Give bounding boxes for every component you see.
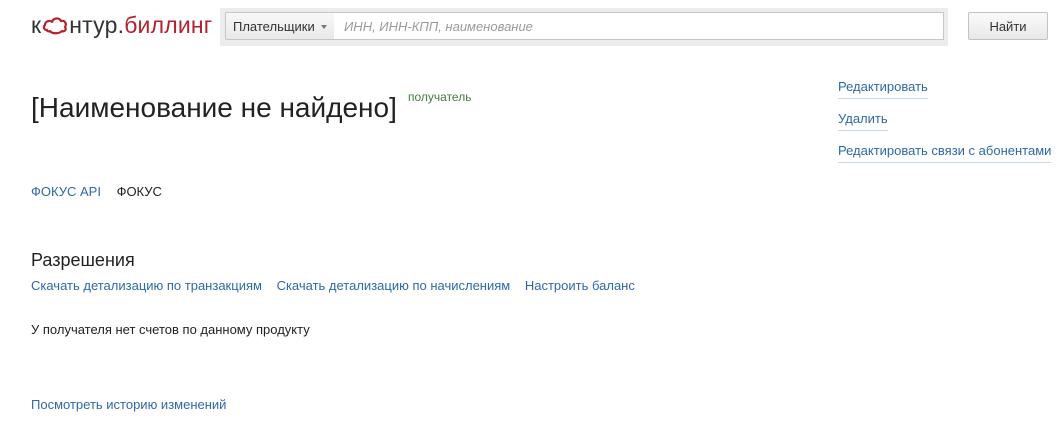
- search-input[interactable]: [334, 12, 944, 40]
- logo-text-part2: нтур.: [69, 12, 125, 38]
- permissions-links: Скачать детализацию по транзакциям Скача…: [31, 278, 646, 293]
- edit-subscriber-links-link[interactable]: Редактировать связи с абонентами: [838, 142, 1052, 163]
- tab-fokus-api[interactable]: ФОКУС API: [31, 184, 101, 199]
- no-accounts-note: У получателя нет счетов по данному проду…: [31, 322, 310, 337]
- permissions-title: Разрешения: [31, 250, 135, 270]
- configure-balance-link[interactable]: Настроить баланс: [525, 278, 635, 293]
- search-bar: Плательщики: [220, 8, 948, 46]
- role-tag: получатель: [408, 90, 472, 104]
- delete-link[interactable]: Удалить: [838, 110, 888, 131]
- find-button[interactable]: Найти: [968, 12, 1048, 40]
- search-scope-label: Плательщики: [233, 18, 315, 34]
- download-charges-link[interactable]: Скачать детализацию по начислениям: [277, 278, 511, 293]
- page-title: [Наименование не найдено]: [31, 92, 397, 123]
- logo-product-name: биллинг: [124, 12, 213, 38]
- download-transactions-link[interactable]: Скачать детализацию по транзакциям: [31, 278, 262, 293]
- search-scope-select[interactable]: Плательщики: [225, 12, 335, 40]
- top-header: к нтур. биллинг Плательщики Найти: [0, 0, 1063, 52]
- logo-text-part1: к: [31, 12, 42, 38]
- kontur-logo-mark-icon: [42, 15, 68, 37]
- edit-link[interactable]: Редактировать: [838, 78, 928, 99]
- logo[interactable]: к нтур. биллинг: [31, 11, 212, 39]
- product-tabs: ФОКУС API ФОКУС: [31, 184, 162, 199]
- chevron-down-icon: [320, 24, 327, 29]
- tab-fokus[interactable]: ФОКУС: [117, 184, 162, 199]
- history-link[interactable]: Посмотреть историю изменений: [31, 397, 226, 412]
